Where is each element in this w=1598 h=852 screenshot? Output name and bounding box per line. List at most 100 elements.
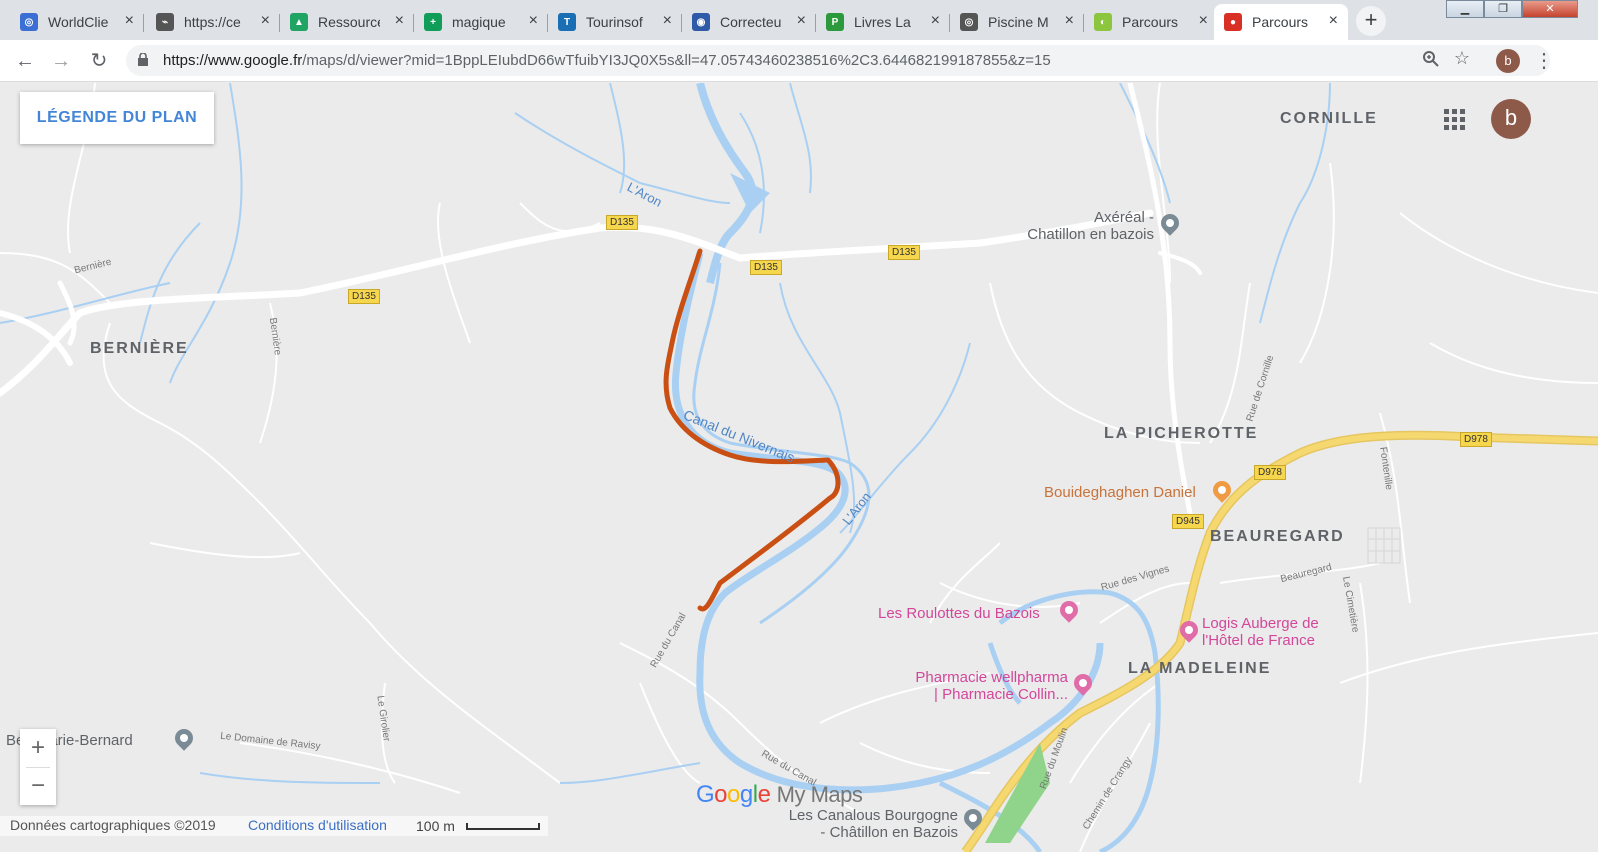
poi-logis-line1: Logis Auberge de [1202, 615, 1319, 632]
tab-4[interactable]: + magique × [414, 4, 548, 40]
close-tab-icon[interactable]: × [797, 12, 806, 30]
zoom-divider [26, 767, 50, 768]
map-legend-button[interactable]: LÉGENDE DU PLAN [20, 92, 214, 144]
zoom-in-button[interactable]: + [20, 729, 56, 767]
poi-roulottes-label[interactable]: Les Roulottes du Bazois [878, 605, 1040, 622]
drive-icon: ▲ [290, 13, 308, 31]
place-label-la-madeleine: LA MADELEINE [1128, 660, 1272, 677]
plus-doc-icon: + [424, 13, 442, 31]
close-tab-icon[interactable]: × [663, 12, 672, 30]
poi-axereal-line2: Chatillon en bazois [1027, 226, 1154, 243]
zoom-icon[interactable] [1422, 50, 1440, 68]
link-icon: ⌁ [156, 13, 174, 31]
tab-strip: ◎ WorldClie × ⌁ https://ce × ▲ Ressource × + magiq… [0, 0, 1598, 40]
lock-icon [138, 53, 148, 66]
tab-2[interactable]: ⌁ https://ce × [146, 4, 280, 40]
poi-logis-label[interactable]: Logis Auberge de l'Hôtel de France [1202, 615, 1319, 649]
px-icon: P [826, 13, 844, 31]
road-shield-d135: D135 [606, 215, 638, 230]
tab-6[interactable]: ◉ Correcteu × [682, 4, 816, 40]
minimize-window-button[interactable]: ▁ [1446, 0, 1484, 18]
apps-grid-icon[interactable] [1444, 109, 1466, 131]
close-tab-icon[interactable]: × [1065, 12, 1074, 30]
road-shield-d945: D945 [1172, 514, 1204, 529]
scale-bar[interactable] [466, 823, 540, 830]
tab-7[interactable]: P Livres La × [816, 4, 950, 40]
forward-icon[interactable]: → [48, 48, 74, 74]
browser-window: ◎ WorldClie × ⌁ https://ce × ▲ Ressource × + magiq… [0, 0, 1598, 852]
place-label-picherotte: LA PICHEROTTE [1104, 425, 1259, 442]
menu-kebab-icon[interactable]: ⋮ [1534, 48, 1554, 73]
tab-9[interactable]: ◐ Parcours × [1084, 4, 1218, 40]
close-tab-icon[interactable]: × [931, 12, 940, 30]
leaf-icon: ◐ [1094, 13, 1112, 31]
place-label-beauregard: BEAUREGARD [1210, 528, 1345, 545]
poi-logis-line2: l'Hôtel de France [1202, 632, 1315, 649]
road-shield-d978: D978 [1460, 432, 1492, 447]
my-maps-text: My Maps [776, 782, 863, 807]
tab-1[interactable]: ◎ WorldClie × [10, 4, 144, 40]
tab-title: https://ce [184, 14, 241, 30]
road-shield-d135: D135 [888, 245, 920, 260]
tab-title: Tourinsof [586, 14, 643, 30]
place-label-cornille: CORNILLE [1280, 110, 1378, 127]
tab-title: Correcteu [720, 14, 782, 30]
tab-3[interactable]: ▲ Ressource × [280, 4, 414, 40]
maximize-window-button[interactable]: ❐ [1484, 0, 1522, 18]
tab-title: magique [452, 14, 506, 30]
target-icon: ◉ [692, 13, 710, 31]
terms-link[interactable]: Conditions d'utilisation [248, 817, 387, 833]
new-tab-button[interactable]: + [1356, 6, 1386, 36]
close-tab-icon[interactable]: × [125, 12, 134, 30]
map-canvas[interactable]: D135 D135 D135 D135 D978 D978 D945 CORNI… [0, 83, 1598, 852]
close-tab-icon[interactable]: × [261, 12, 270, 30]
road-shield-d135: D135 [750, 260, 782, 275]
place-label-berniere: BERNIÈRE [90, 340, 189, 357]
poi-canalous-line2: - Châtillon en Bazois [820, 824, 958, 841]
road-shield-d135: D135 [348, 289, 380, 304]
address-bar[interactable]: https://www.google.fr/maps/d/viewer?mid=… [126, 45, 1550, 76]
tab-title: WorldClie [48, 14, 109, 30]
poi-bouideghaghen-label[interactable]: Bouideghaghen Daniel [1044, 484, 1196, 501]
profile-avatar[interactable]: b [1496, 49, 1520, 73]
zoom-out-button[interactable]: − [20, 767, 56, 805]
road-shield-d978: D978 [1254, 465, 1286, 480]
poi-canalous-line1: Les Canalous Bourgogne [788, 807, 958, 824]
browser-toolbar: ← → ↻ https://www.google.fr/maps/d/viewe… [0, 40, 1598, 82]
tab-5[interactable]: T Tourinsof × [548, 4, 682, 40]
google-my-maps-logo: Google My Maps [696, 781, 863, 809]
poi-pharmacie-label[interactable]: Pharmacie wellpharma | Pharmacie Collin.… [896, 669, 1068, 703]
zoom-control: + − [20, 729, 56, 805]
poi-canalous-label[interactable]: Les Canalous Bourgogne - Châtillon en Ba… [768, 807, 958, 841]
tab-title: Livres La [854, 14, 911, 30]
tab-title: Piscine M [988, 14, 1049, 30]
url-path: /maps/d/viewer?mid=1BppLEIubdD66wTfuibYI… [302, 52, 1051, 69]
url-text: https://www.google.fr/maps/d/viewer?mid=… [163, 52, 1051, 69]
close-tab-icon[interactable]: × [395, 12, 404, 30]
tab-title: Parcours [1122, 14, 1179, 30]
close-tab-icon[interactable]: × [1199, 12, 1208, 30]
bookmark-star-icon[interactable]: ☆ [1454, 48, 1470, 69]
route-path[interactable] [663, 248, 841, 612]
tab-10[interactable]: ● Parcours × [1214, 4, 1348, 40]
scale-label[interactable]: 100 m [416, 818, 455, 834]
url-host: https://www.google.fr [163, 52, 303, 69]
tab-8[interactable]: ◎ Piscine M × [950, 4, 1084, 40]
reload-icon[interactable]: ↻ [86, 48, 112, 74]
poi-pharmacie-line2: | Pharmacie Collin... [934, 686, 1068, 703]
globe-icon: ◎ [20, 13, 38, 31]
globe-icon: ◎ [960, 13, 978, 31]
tab-separator [143, 14, 144, 32]
google-logo-text: Google [696, 781, 771, 808]
poi-axereal-label[interactable]: Axéréal - Chatillon en bazois [1016, 209, 1154, 243]
map-data-attribution: Données cartographiques ©2019 [10, 817, 216, 833]
close-tab-icon[interactable]: × [1329, 12, 1338, 30]
poi-axereal-line1: Axéréal - [1093, 209, 1154, 226]
tab-title: Ressource [318, 14, 380, 30]
maps-pin-icon: ● [1224, 13, 1242, 31]
account-avatar[interactable]: b [1491, 99, 1531, 139]
close-tab-icon[interactable]: × [529, 12, 538, 30]
close-window-button[interactable]: ✕ [1522, 0, 1578, 18]
back-icon[interactable]: ← [12, 48, 38, 74]
tis-icon: T [558, 13, 576, 31]
